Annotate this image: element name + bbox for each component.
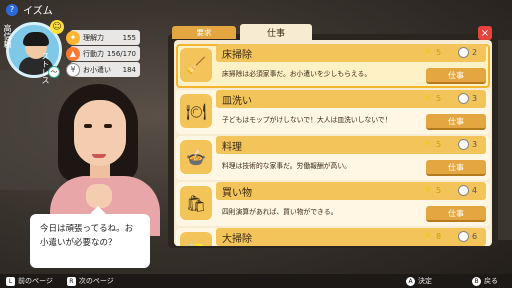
- job-item[interactable]: 🍲 料理 ⚡ 5 3 料理は技術的な家事だ。労働報酬が高い。 仕事: [176, 136, 490, 180]
- player-name: ? イズム: [6, 2, 53, 17]
- job-title: 床掃除: [222, 50, 252, 61]
- job-description: 料理は技術的な家事だ。労働報酬が高い。: [222, 162, 351, 170]
- a-button-icon: A: [406, 276, 415, 286]
- lightbulb-icon: ✦: [66, 30, 80, 45]
- cleaning-icon: 🧽: [180, 232, 212, 246]
- hint-prev-page[interactable]: L 前のページ: [6, 276, 53, 286]
- work-button[interactable]: 仕事: [426, 160, 486, 176]
- work-button[interactable]: 仕事: [426, 114, 486, 130]
- player-name-text: イズム: [23, 6, 53, 17]
- action-icon: ▲: [66, 46, 80, 61]
- time-cost: 2: [472, 48, 478, 57]
- job-title: 買い物: [222, 188, 252, 199]
- clock-icon: [458, 93, 469, 104]
- close-button[interactable]: ×: [478, 26, 492, 40]
- clock-icon: [458, 185, 469, 196]
- job-item[interactable]: 🧽 大掃除 ⚡ 8 6: [176, 228, 490, 246]
- job-description: 四則演算があれば、買い物ができる。: [222, 208, 338, 216]
- energy-cost: 5: [436, 140, 442, 149]
- coin-icon: ¥: [66, 62, 80, 77]
- clock-icon: [458, 139, 469, 150]
- dialog-text: 今日は頑張ってるね。お小遣いが必要なの？: [40, 224, 134, 248]
- control-hints: L 前のページ R 次のページ A 決定 B 戻る: [0, 274, 512, 288]
- pot-icon: 🍲: [180, 140, 212, 174]
- energy-icon: ⚡: [424, 231, 432, 242]
- job-list[interactable]: 🧹 床掃除 ⚡ 5 2 床掃除は必須家事だ。お小遣いを少しもらえる。 仕事 🍽 …: [174, 40, 492, 246]
- job-description: 床掃除は必須家事だ。お小遣いを少しもらえる。: [222, 70, 372, 78]
- smiley-icon: ☺: [50, 20, 64, 34]
- l-button-icon: L: [6, 276, 15, 286]
- r-button-icon: R: [66, 276, 76, 286]
- energy-cost: 5: [436, 48, 442, 57]
- job-title: 皿洗い: [222, 96, 252, 107]
- b-button-icon: B: [472, 276, 481, 286]
- hint-confirm[interactable]: A 決定: [406, 276, 432, 286]
- energy-icon: ⚡: [424, 139, 432, 150]
- time-cost: 4: [472, 186, 478, 195]
- clock-icon: [458, 47, 469, 58]
- stat-action: ▲ 行動力 156/170: [66, 46, 140, 61]
- job-description: 子どもはモップがけしないで！大人は皿洗いしないで！: [222, 116, 392, 124]
- energy-icon: ⚡: [424, 93, 432, 104]
- energy-cost: 5: [436, 94, 442, 103]
- stat-allowance: ¥ お小遣い 184: [66, 62, 140, 77]
- job-item[interactable]: 🍽 皿洗い ⚡ 5 3 子どもはモップがけしないで！大人は皿洗いしないで！ 仕事: [176, 90, 490, 134]
- energy-cost: 5: [436, 186, 442, 195]
- help-badge-icon: ?: [6, 3, 18, 16]
- work-button[interactable]: 仕事: [426, 206, 486, 222]
- job-item[interactable]: 🧹 床掃除 ⚡ 5 2 床掃除は必須家事だ。お小遣いを少しもらえる。 仕事: [176, 44, 490, 88]
- broom-icon: 🧹: [180, 48, 212, 82]
- job-item[interactable]: 🛍 買い物 ⚡ 5 4 四則演算があれば、買い物ができる。 仕事: [176, 182, 490, 226]
- clock-icon: [458, 231, 469, 242]
- energy-cost: 8: [436, 232, 442, 241]
- shopping-icon: 🛍: [180, 186, 212, 220]
- time-cost: 3: [472, 140, 478, 149]
- dialog-box[interactable]: 今日は頑張ってるね。お小遣いが必要なの？: [30, 206, 150, 268]
- energy-icon: ⚡: [424, 47, 432, 58]
- tab-jobs[interactable]: 仕事: [240, 24, 312, 40]
- work-button[interactable]: 仕事: [426, 68, 486, 84]
- time-cost: 3: [472, 94, 478, 103]
- time-cost: 6: [472, 232, 478, 241]
- job-title: 大掃除: [222, 234, 252, 245]
- trust-label: 高信頼: [3, 24, 12, 48]
- dish-icon: 🍽: [180, 94, 212, 128]
- hint-back[interactable]: B 戻る: [472, 276, 498, 286]
- stat-understanding: ✦ 理解力 155: [66, 30, 140, 45]
- energy-icon: ⚡: [424, 185, 432, 196]
- job-title: 料理: [222, 142, 242, 153]
- tab-request[interactable]: 要求: [172, 26, 236, 39]
- hint-next-page[interactable]: R 次のページ: [66, 276, 114, 286]
